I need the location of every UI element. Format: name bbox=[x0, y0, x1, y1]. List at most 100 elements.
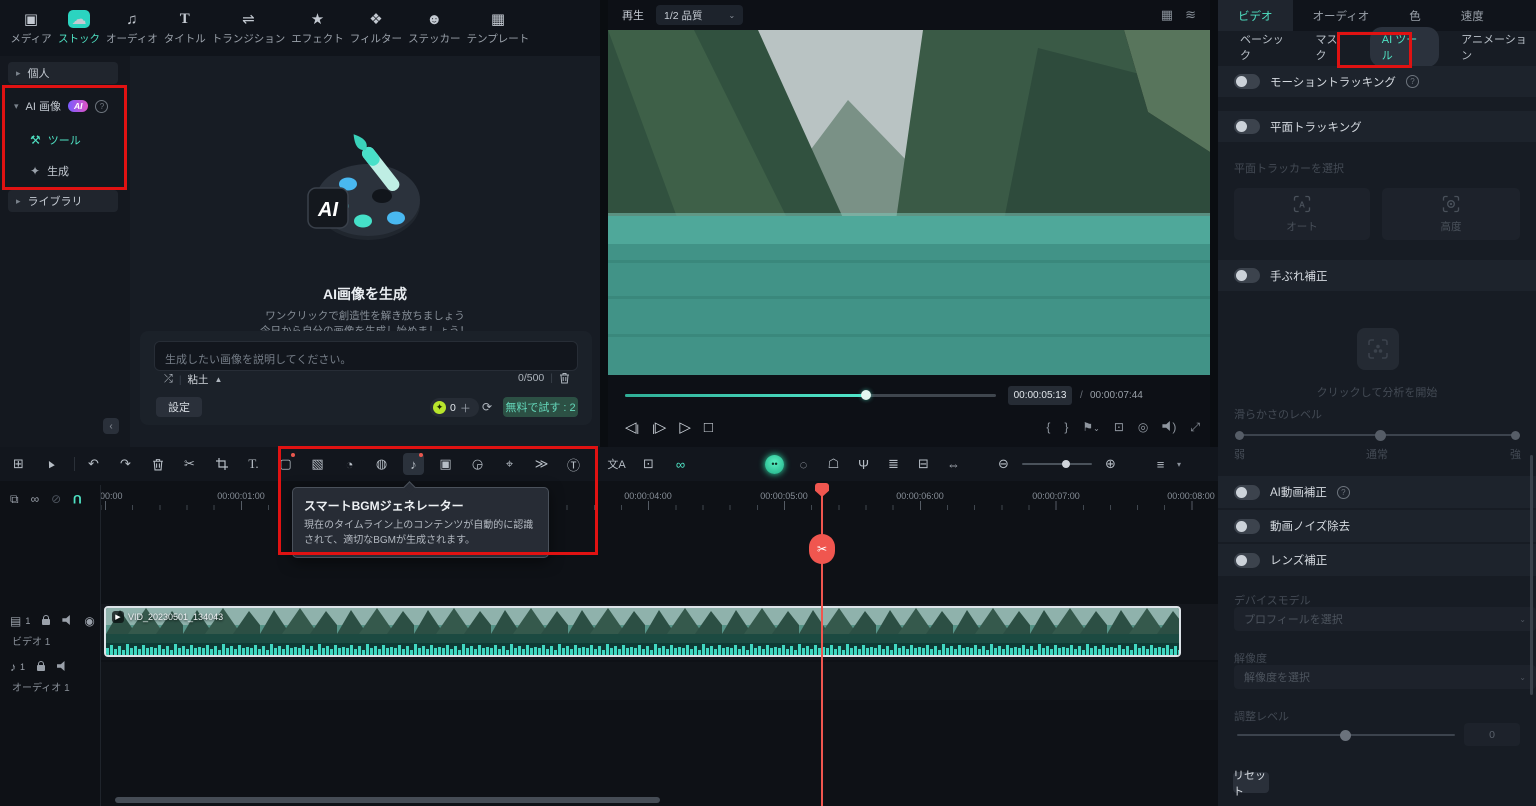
tab-media[interactable]: ▣メディア bbox=[10, 10, 52, 46]
hide-eye-icon[interactable]: ◉ bbox=[84, 614, 94, 628]
sidebar-item-personal[interactable]: ▸個人 bbox=[8, 62, 118, 84]
snap-magnet-icon[interactable]: U bbox=[73, 492, 82, 506]
snapshot-camera-icon[interactable]: ◎ bbox=[1138, 420, 1148, 434]
playhead-line[interactable] bbox=[821, 483, 823, 806]
mute-speaker-icon[interactable] bbox=[57, 660, 67, 674]
sidebar-item-generate[interactable]: ✦生成 bbox=[30, 161, 69, 181]
subtab-ai-tools[interactable]: AI ツール bbox=[1370, 27, 1439, 67]
translate-icon[interactable]: 文A bbox=[606, 453, 627, 475]
sidebar-item-tools[interactable]: ⚒ツール bbox=[30, 130, 81, 150]
previous-frame-button[interactable]: ◁| bbox=[625, 418, 639, 436]
timer-icon[interactable]: ◶ bbox=[467, 453, 488, 475]
sidebar-item-library[interactable]: ▸ライブラリ bbox=[8, 190, 118, 212]
tab-templates[interactable]: ▦テンプレート bbox=[467, 10, 530, 46]
stabilization-toggle[interactable] bbox=[1234, 268, 1260, 283]
fullscreen-icon[interactable]: ⤢ bbox=[1190, 420, 1200, 435]
try-free-button[interactable]: 無料で試す : 2 bbox=[503, 397, 578, 417]
smart-bgm-generator-icon[interactable]: ♪ bbox=[403, 453, 424, 475]
reframe-icon[interactable]: ⊡ bbox=[638, 453, 659, 475]
motion-tracking-toggle[interactable] bbox=[1234, 74, 1260, 89]
timeline-zoom-slider[interactable] bbox=[1022, 463, 1092, 465]
analyze-button[interactable] bbox=[1357, 328, 1399, 370]
zoom-out-icon[interactable]: ⊖ bbox=[993, 453, 1014, 475]
tab-stock[interactable]: ☁ストック bbox=[58, 10, 100, 46]
adjustment-slider[interactable] bbox=[1237, 734, 1455, 736]
collapse-sidebar-button[interactable]: ‹ bbox=[103, 418, 119, 434]
scope-icon[interactable]: ≋ bbox=[1185, 7, 1196, 23]
ai-enhance-toggle[interactable] bbox=[1234, 485, 1260, 500]
tab-speed[interactable]: 速度 bbox=[1441, 0, 1504, 31]
help-icon[interactable]: ? bbox=[1337, 486, 1350, 499]
help-icon[interactable]: ? bbox=[1406, 75, 1419, 88]
select-cursor-icon[interactable]: ▲ bbox=[36, 449, 65, 478]
mark-out-icon[interactable]: } bbox=[1064, 420, 1068, 434]
tracker-auto-button[interactable]: A オート bbox=[1234, 188, 1370, 240]
redo-icon[interactable]: ↷ bbox=[115, 453, 136, 475]
unlink-icon[interactable]: ⊘ bbox=[51, 492, 61, 506]
timeline-ruler[interactable]: 00:00:00 00:00:01:00 00:00:02:00 00:00:0… bbox=[100, 485, 1218, 513]
subtab-animation[interactable]: アニメーション bbox=[1461, 31, 1536, 63]
trash-icon[interactable] bbox=[559, 372, 570, 384]
split-scissors-icon[interactable]: ✂ bbox=[179, 453, 200, 475]
right-panel-scrollbar[interactable] bbox=[1530, 455, 1533, 695]
smoothness-dot-normal[interactable] bbox=[1375, 430, 1386, 441]
track-layout-icon[interactable]: ⊞ bbox=[8, 453, 29, 475]
adjustment-slider-handle[interactable] bbox=[1340, 730, 1351, 741]
sidebar-item-ai-image[interactable]: ▾AI 画像 AI ? bbox=[14, 96, 108, 116]
shield-icon[interactable]: ☖ bbox=[823, 453, 844, 475]
credit-counter[interactable]: ✦ 0 ＋ bbox=[430, 398, 479, 417]
lock-icon[interactable] bbox=[37, 660, 45, 674]
tracker-advanced-button[interactable]: 高度 bbox=[1382, 188, 1520, 240]
link-clips-icon[interactable]: ∞ bbox=[670, 453, 691, 475]
resolution-dropdown[interactable]: 解像度を選択 ⌄ bbox=[1234, 665, 1536, 689]
prompt-input[interactable] bbox=[154, 341, 578, 371]
multi-view-icon[interactable]: ▦ bbox=[1161, 7, 1173, 23]
tab-filters[interactable]: ❖フィルター bbox=[350, 10, 402, 46]
audio-mixer-icon[interactable]: ≣ bbox=[883, 453, 904, 475]
next-frame-button[interactable]: |▷ bbox=[652, 418, 666, 436]
play-menu-label[interactable]: 再生 bbox=[622, 7, 644, 23]
text-to-speech-icon[interactable]: Ⓣ bbox=[563, 453, 584, 475]
freeze-frame-icon[interactable]: ▣ bbox=[435, 453, 456, 475]
mask-icon[interactable]: ▢ bbox=[275, 453, 296, 475]
render-preview-icon[interactable]: ◌ bbox=[793, 453, 814, 475]
denoise-toggle[interactable] bbox=[1234, 519, 1260, 534]
tab-stickers[interactable]: ☻ステッカー bbox=[408, 10, 461, 46]
timeline-clip[interactable]: ▶ VID_20230501_134043 bbox=[104, 606, 1181, 657]
audio-separate-icon[interactable]: ≫ bbox=[531, 453, 552, 475]
smoothness-slider[interactable] bbox=[1237, 434, 1518, 436]
text-tool-icon[interactable]: T. bbox=[243, 453, 264, 475]
avatar-mask-icon[interactable]: •• bbox=[765, 455, 784, 474]
tab-video[interactable]: ビデオ bbox=[1218, 0, 1293, 31]
lens-correction-toggle[interactable] bbox=[1234, 553, 1260, 568]
tab-transitions[interactable]: ⇌トランジション bbox=[212, 10, 286, 46]
smoothness-dot-weak[interactable] bbox=[1235, 431, 1244, 440]
tab-effects[interactable]: ★エフェクト bbox=[291, 10, 344, 46]
link-icon[interactable]: ∞ bbox=[31, 492, 40, 506]
tab-audio[interactable]: ♫オーディオ bbox=[106, 10, 158, 46]
subtab-mask[interactable]: マスク bbox=[1316, 31, 1348, 63]
smoothness-dot-strong[interactable] bbox=[1511, 431, 1520, 440]
chroma-key-icon[interactable]: ▧ bbox=[307, 453, 328, 475]
duplicate-icon[interactable]: ⧉ bbox=[10, 492, 19, 507]
seek-bar-handle[interactable] bbox=[861, 390, 871, 400]
preview-video-frame[interactable] bbox=[608, 30, 1210, 375]
voiceover-mic-icon[interactable]: Ψ bbox=[853, 453, 874, 475]
tab-audio-props[interactable]: オーディオ bbox=[1293, 0, 1390, 31]
help-icon[interactable]: ? bbox=[95, 100, 108, 113]
display-output-icon[interactable]: ⊡ bbox=[1114, 420, 1124, 434]
screen-record-icon[interactable]: ⊟ bbox=[913, 453, 934, 475]
shuffle-icon[interactable]: ⤮ bbox=[164, 373, 173, 386]
quality-dropdown[interactable]: 1/2 品質 ⌄ bbox=[656, 5, 743, 25]
delete-icon[interactable] bbox=[147, 453, 168, 475]
settings-button[interactable]: 設定 bbox=[156, 397, 202, 417]
profile-dropdown[interactable]: プロフィールを選択 ⌄ bbox=[1234, 607, 1536, 631]
style-selector[interactable]: ⤮ | 粘土 ▲ bbox=[164, 372, 222, 387]
mark-in-icon[interactable]: { bbox=[1046, 420, 1050, 434]
speaker-icon[interactable]: ) bbox=[1162, 420, 1176, 434]
audio-track-lane[interactable] bbox=[100, 662, 1218, 700]
clip-play-icon[interactable]: ▶ bbox=[112, 611, 124, 623]
track-manager[interactable]: ≡ ▾ bbox=[1150, 450, 1181, 478]
lock-icon[interactable] bbox=[42, 614, 50, 628]
fit-timeline-icon[interactable]: ⇔ bbox=[943, 453, 964, 475]
